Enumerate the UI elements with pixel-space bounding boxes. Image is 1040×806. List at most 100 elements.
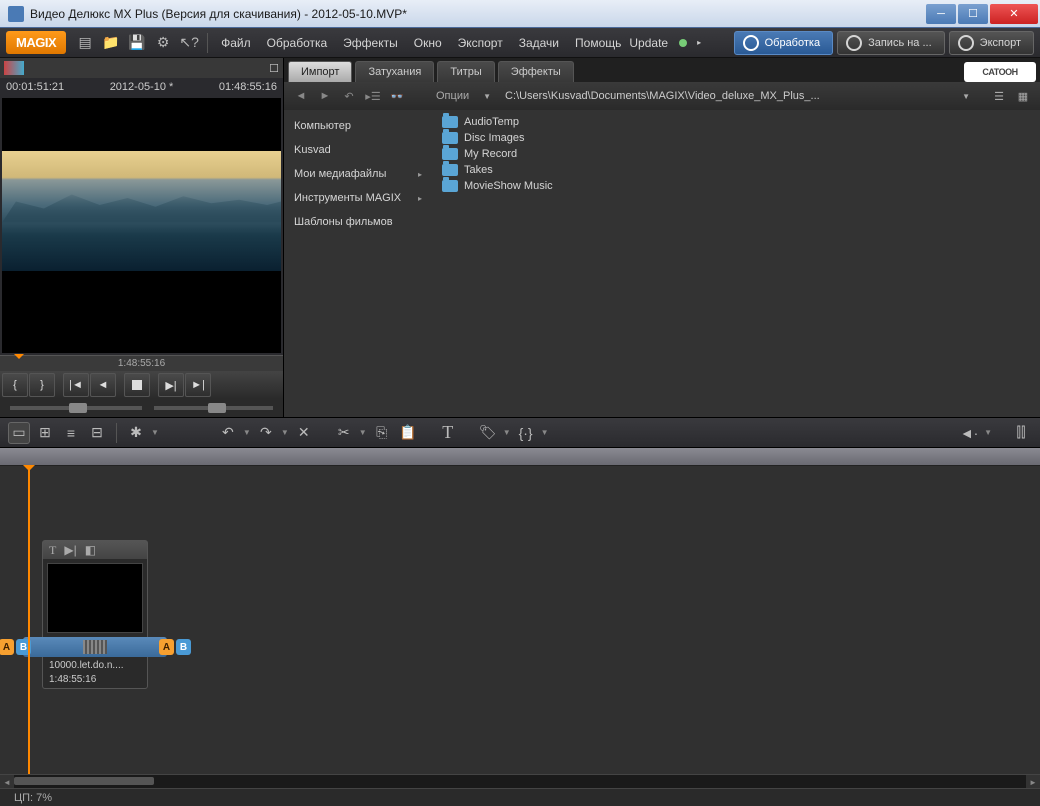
chevron-down-icon[interactable]: ▼	[243, 428, 251, 437]
menu-help[interactable]: Помощь	[567, 32, 629, 54]
redo-icon[interactable]: ↷	[255, 422, 277, 444]
options-dropdown[interactable]: Опции▼	[436, 90, 491, 102]
forward-icon[interactable]: ►	[316, 87, 334, 105]
prev-icon[interactable]: ▶|	[64, 543, 76, 557]
title-icon[interactable]: T	[437, 422, 459, 444]
copy-icon[interactable]: ⎘	[371, 422, 393, 444]
slider-handle[interactable]	[69, 403, 87, 413]
chevron-down-icon[interactable]: ▼	[962, 92, 970, 101]
stop-button[interactable]	[124, 373, 150, 397]
catooh-logo[interactable]: CATOOH	[964, 62, 1036, 82]
mode-timeline-icon[interactable]: ≡	[60, 422, 82, 444]
folder-item[interactable]: Disc Images	[432, 130, 1040, 146]
chevron-down-icon[interactable]: ▼	[151, 428, 159, 437]
menu-file[interactable]: Файл	[213, 32, 259, 54]
maximize-button[interactable]: ☐	[958, 4, 988, 24]
chevron-down-icon[interactable]: ▼	[281, 428, 289, 437]
overflow-icon[interactable]: ▸	[692, 32, 706, 54]
up-icon[interactable]: ↶	[340, 87, 358, 105]
mode-scene-icon[interactable]: ⊞	[34, 422, 56, 444]
arrow-icon[interactable]: ▸☰	[364, 87, 382, 105]
save-icon[interactable]: 💾	[126, 32, 148, 54]
folder-item[interactable]: MovieShow Music	[432, 178, 1040, 194]
slider-handle[interactable]	[208, 403, 226, 413]
video-clip[interactable]: T ▶| ◧ AB AB 10000.let.do.n.... 1:48:55:…	[42, 540, 148, 689]
back-icon[interactable]: ◄	[292, 87, 310, 105]
settings-icon[interactable]: ⚙	[152, 32, 174, 54]
open-file-icon[interactable]: 📁	[100, 32, 122, 54]
text-icon[interactable]: T	[49, 543, 56, 558]
new-file-icon[interactable]: ▤	[74, 32, 96, 54]
folder-item[interactable]: My Record	[432, 146, 1040, 162]
source-magix-tools[interactable]: Инструменты MAGIX▸	[284, 186, 432, 210]
menu-export[interactable]: Экспорт	[450, 32, 511, 54]
mixer-icon[interactable]: ⫿⫿	[1010, 422, 1032, 444]
help-icon[interactable]: ↖?	[178, 32, 200, 54]
mode-multi-icon[interactable]: ⊟	[86, 422, 108, 444]
menu-window[interactable]: Окно	[406, 32, 450, 54]
markers-right[interactable]: AB	[159, 639, 191, 655]
timeline-tracks[interactable]: T ▶| ◧ AB AB 10000.let.do.n.... 1:48:55:…	[0, 466, 1040, 774]
menu-update[interactable]: Update	[621, 32, 676, 54]
tab-import[interactable]: Импорт	[288, 61, 352, 82]
zoom-slider[interactable]	[10, 406, 142, 410]
mode-storyboard-icon[interactable]: ▭	[8, 422, 30, 444]
group-icon[interactable]: {·}	[515, 422, 537, 444]
timeline-scrollbar[interactable]: ◄ ►	[0, 774, 1040, 788]
tab-fades[interactable]: Затухания	[355, 61, 434, 82]
range-end-button[interactable]: }	[29, 373, 55, 397]
jog-slider[interactable]	[154, 406, 273, 410]
maximize-preview-icon[interactable]: ☐	[269, 62, 279, 75]
menu-edit[interactable]: Обработка	[259, 32, 336, 54]
source-user[interactable]: Kusvad	[284, 138, 432, 162]
minimize-button[interactable]: ─	[926, 4, 956, 24]
source-computer[interactable]: Компьютер	[284, 114, 432, 138]
goto-end-button[interactable]: ►|	[185, 373, 211, 397]
folder-item[interactable]: Takes	[432, 162, 1040, 178]
mute-icon[interactable]: ◄·	[958, 422, 980, 444]
chevron-down-icon[interactable]: ▼	[503, 428, 511, 437]
ruler-marker-icon[interactable]	[14, 354, 24, 364]
path-breadcrumb[interactable]: C:\Users\Kusvad\Documents\MAGIX\Video_de…	[497, 90, 956, 102]
scroll-right-icon[interactable]: ►	[1026, 775, 1040, 788]
mode-record-button[interactable]: Запись на ...	[837, 31, 945, 55]
cut-icon[interactable]: ✂	[333, 422, 355, 444]
tag-icon[interactable]: 🏷	[477, 422, 499, 444]
source-templates[interactable]: Шаблоны фильмов	[284, 210, 432, 234]
source-mymedia[interactable]: Мои медиафайлы▸	[284, 162, 432, 186]
stereo-3d-icon[interactable]	[4, 61, 24, 75]
undo-icon[interactable]: ↶	[217, 422, 239, 444]
view-grid-icon[interactable]: ▦	[1014, 87, 1032, 105]
next-frame-button[interactable]: ▶|	[158, 373, 184, 397]
timeline-panel: T ▶| ◧ AB AB 10000.let.do.n.... 1:48:55:…	[0, 448, 1040, 788]
scroll-left-icon[interactable]: ◄	[0, 775, 14, 788]
search-icon[interactable]: 👓	[388, 87, 406, 105]
paste-icon[interactable]: 📋	[397, 422, 419, 444]
preview-video[interactable]	[2, 98, 281, 353]
chevron-down-icon[interactable]: ▼	[359, 428, 367, 437]
scrollbar-thumb[interactable]	[14, 777, 154, 785]
playhead[interactable]	[28, 466, 30, 774]
close-button[interactable]: ✕	[990, 4, 1038, 24]
tab-titles[interactable]: Титры	[437, 61, 494, 82]
clip-bar[interactable]: AB AB	[23, 637, 167, 657]
chevron-down-icon[interactable]: ▼	[984, 428, 992, 437]
reel-icon[interactable]: ✱	[125, 422, 147, 444]
file-list: AudioTemp Disc Images My Record Takes Mo…	[432, 110, 1040, 417]
mode-process-button[interactable]: Обработка	[734, 31, 833, 55]
markers-left[interactable]: AB	[0, 639, 31, 655]
range-start-button[interactable]: {	[2, 373, 28, 397]
menu-tasks[interactable]: Задачи	[511, 32, 567, 54]
view-list-icon[interactable]: ☰	[990, 87, 1008, 105]
tab-effects[interactable]: Эффекты	[498, 61, 574, 82]
mode-export-button[interactable]: Экспорт	[949, 31, 1034, 55]
prev-frame-button[interactable]: ◄	[90, 373, 116, 397]
split-icon[interactable]: ◧	[85, 543, 96, 557]
menu-effects[interactable]: Эффекты	[335, 32, 406, 54]
folder-item[interactable]: AudioTemp	[432, 114, 1040, 130]
preview-ruler[interactable]: 1:48:55:16	[0, 355, 283, 371]
delete-icon[interactable]: ✕	[293, 422, 315, 444]
chevron-down-icon[interactable]: ▼	[541, 428, 549, 437]
goto-start-button[interactable]: |◄	[63, 373, 89, 397]
timeline-ruler[interactable]	[0, 448, 1040, 466]
